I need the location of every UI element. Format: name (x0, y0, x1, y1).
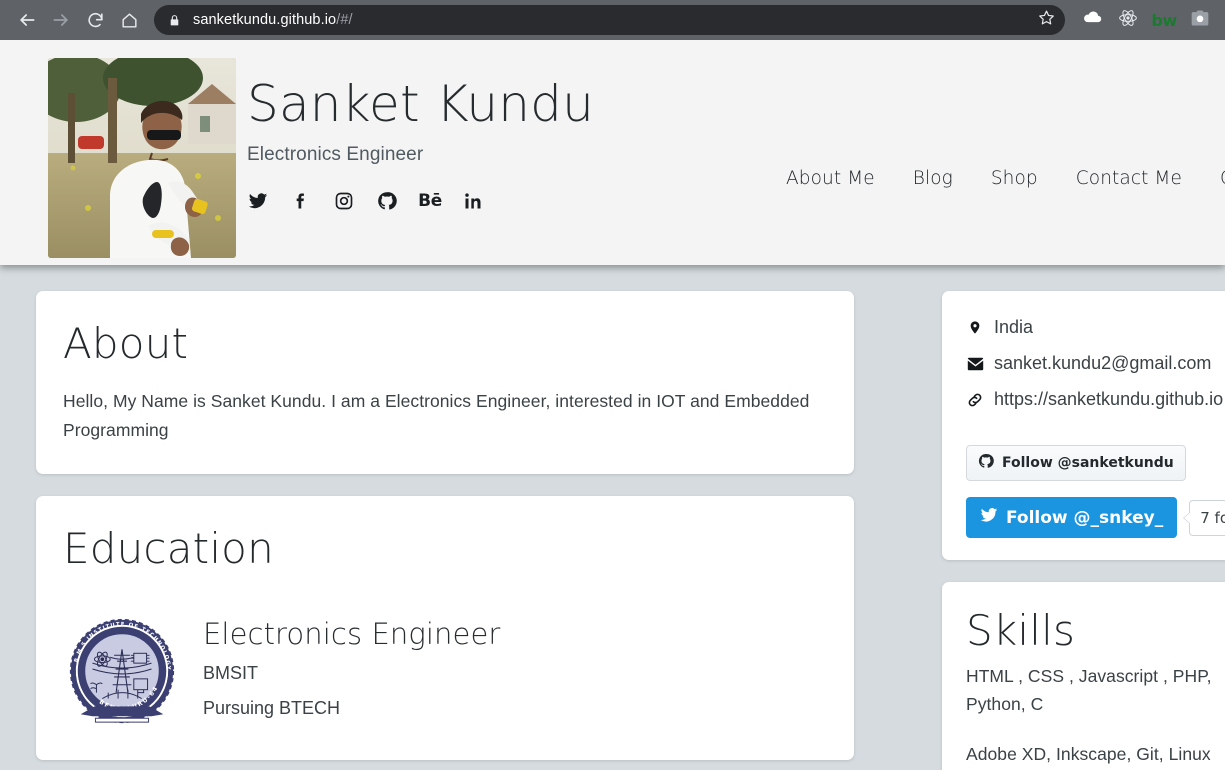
nav-item-shop[interactable]: Shop (991, 168, 1038, 189)
bmsit-seal-logo: B M S INSTITUTE OF TECHNOLOGY & MANAGEME… (63, 612, 181, 730)
star-icon (1038, 9, 1055, 31)
twitter-icon (980, 506, 998, 529)
education-title: Education (63, 523, 274, 573)
url-text: sanketkundu.github.io/#/ (193, 12, 1031, 28)
skills-line-2: Python, C (966, 694, 1044, 715)
nav-item-contact-me[interactable]: Contact Me (1076, 168, 1182, 189)
extension-screenshot-button[interactable] (1185, 5, 1215, 35)
education-degree: Electronics Engineer (203, 617, 501, 652)
screenshot-camera-icon (1190, 8, 1210, 33)
contact-website-row[interactable]: https://sanketkundu.github.io (966, 389, 1225, 410)
extension-bw-button[interactable]: bw (1149, 5, 1179, 35)
contact-email-row[interactable]: sanket.kundu2@gmail.com (966, 353, 1225, 374)
education-status: Pursuing BTECH (203, 698, 341, 719)
twitter-follow-label: Follow @_snkey_ (1006, 507, 1164, 528)
facebook-icon[interactable] (290, 190, 312, 212)
nav-item-blog[interactable]: Blog (913, 168, 953, 189)
left-column: About Hello, My Name is Sanket Kundu. I … (36, 291, 854, 770)
main-navigation: About Me Blog Shop Contact Me C (786, 168, 1225, 189)
nav-item-truncated[interactable]: C (1220, 168, 1225, 189)
arrow-left-icon (17, 10, 37, 30)
instagram-icon[interactable] (333, 190, 355, 212)
nav-item-about-me[interactable]: About Me (786, 168, 875, 189)
url-domain: sanketkundu.github.io (193, 12, 337, 28)
home-button[interactable] (112, 3, 146, 37)
about-title: About (63, 319, 189, 368)
map-pin-icon (966, 319, 984, 336)
extension-react-devtools-button[interactable] (1113, 5, 1143, 35)
skills-spacer (966, 718, 1225, 740)
link-icon (966, 392, 984, 408)
react-devtools-icon (1118, 8, 1138, 33)
browser-toolbar: sanketkundu.github.io/#/ bw (0, 0, 1225, 40)
github-icon[interactable] (376, 190, 398, 212)
header-main: Sanket Kundu Electronics Engineer Bē Abo… (236, 58, 1225, 265)
extension-cloud-button[interactable] (1077, 5, 1107, 35)
bookmark-star-button[interactable] (1031, 5, 1061, 35)
bw-extension-icon: bw (1151, 10, 1177, 30)
lock-icon (168, 14, 181, 27)
contact-location-row: India (966, 317, 1225, 338)
page-subtitle: Electronics Engineer (247, 143, 424, 165)
skills-line-3: Adobe XD, Inkscape, Git, Linux (966, 744, 1211, 765)
page-viewport: Sanket Kundu Electronics Engineer Bē Abo… (0, 40, 1225, 770)
page-title: Sanket Kundu (247, 75, 595, 133)
reload-icon (86, 11, 105, 30)
education-entry: B M S INSTITUTE OF TECHNOLOGY & MANAGEME… (63, 612, 827, 730)
behance-icon[interactable]: Bē (418, 190, 442, 212)
site-header: Sanket Kundu Electronics Engineer Bē Abo… (0, 40, 1225, 265)
home-icon (120, 11, 139, 30)
forward-button[interactable] (44, 3, 78, 37)
contact-email-text: sanket.kundu2@gmail.com (994, 353, 1212, 373)
about-card: About Hello, My Name is Sanket Kundu. I … (36, 291, 854, 474)
back-button[interactable] (10, 3, 44, 37)
reload-button[interactable] (78, 3, 112, 37)
education-details: Electronics Engineer BMSIT Pursuing BTEC… (203, 612, 500, 719)
skills-line-1: HTML , CSS , Javascript , PHP, (966, 666, 1212, 687)
twitter-followers-badge[interactable]: 7 followers (1183, 499, 1225, 536)
main-content: About Hello, My Name is Sanket Kundu. I … (0, 265, 1225, 770)
envelope-icon (966, 357, 984, 371)
skills-card: Skills HTML , CSS , Javascript , PHP, Py… (942, 582, 1225, 770)
twitter-icon[interactable] (247, 190, 269, 212)
cloud-icon (1082, 8, 1102, 33)
right-column: India sanket.kundu2@gmail.com https://sa… (942, 291, 1225, 770)
avatar (48, 58, 236, 258)
skills-title: Skills (966, 606, 1076, 655)
address-bar[interactable]: sanketkundu.github.io/#/ (154, 5, 1065, 35)
arrow-right-icon (51, 10, 71, 30)
url-path: /#/ (336, 12, 353, 28)
contact-location-text: India (994, 317, 1034, 337)
github-follow-label: Follow @sanketkundu (1002, 455, 1174, 471)
about-body: Hello, My Name is Sanket Kundu. I am a E… (63, 391, 810, 440)
contact-website-text: https://sanketkundu.github.io (994, 389, 1224, 409)
twitter-follow-button[interactable]: Follow @_snkey_ (966, 497, 1178, 538)
twitter-follow-group: Follow @_snkey_ 7 followers (966, 497, 1225, 538)
profile-photo (48, 58, 236, 258)
education-card: Education B M S INSTITUTE OF TECHNOLOGY … (36, 495, 854, 761)
linkedin-icon[interactable] (462, 190, 484, 212)
contact-card: India sanket.kundu2@gmail.com https://sa… (942, 291, 1225, 560)
education-school: BMSIT (203, 663, 259, 684)
social-links: Bē (247, 190, 1225, 212)
github-icon (978, 453, 994, 473)
github-follow-button[interactable]: Follow @sanketkundu (966, 445, 1186, 481)
